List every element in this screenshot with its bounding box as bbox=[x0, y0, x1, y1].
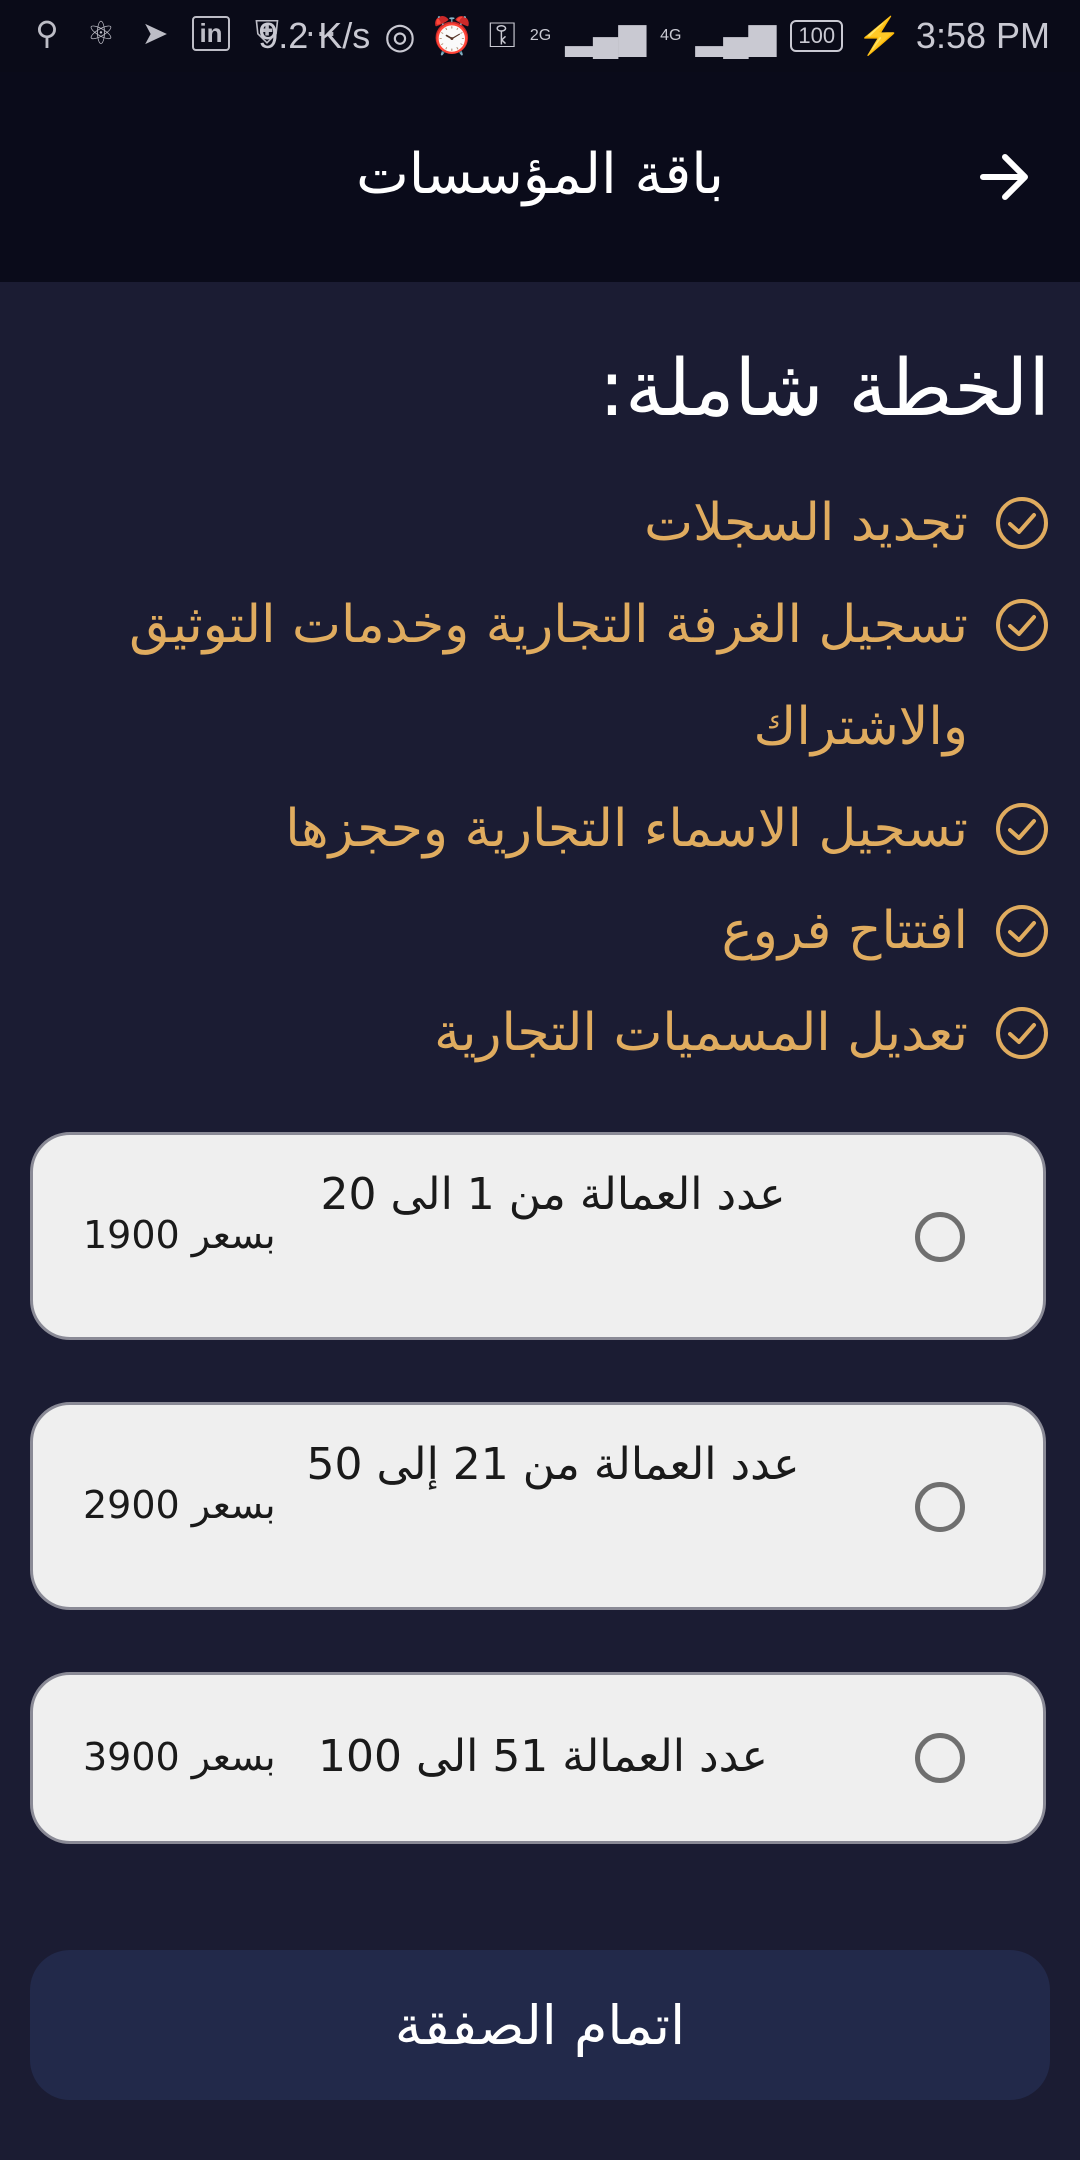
page-title: باقة المؤسسات bbox=[356, 142, 724, 207]
telegram-icon: ➤ bbox=[141, 15, 169, 51]
plan-option-21-50[interactable]: عدد العمالة من 21 إلى 50 بسعر 2900 bbox=[30, 1402, 1046, 1610]
radio-button[interactable] bbox=[915, 1212, 965, 1262]
plan-content: الخطة شاملة: تجديد السجلات تسجيل الغرفة … bbox=[0, 282, 1080, 2160]
status-bar: ⚲ ⚛ ➤ in ⛨ ⋯ 9.2 K/s ◎ ⏰ ⚿ 2G ▂▄▆ 4G ▂▄▆… bbox=[0, 0, 1080, 72]
check-circle-icon bbox=[996, 1007, 1048, 1059]
feature-text: تجديد السجلات bbox=[644, 493, 968, 553]
net-speed: 9.2 K/s bbox=[258, 14, 371, 56]
radio-button[interactable] bbox=[915, 1733, 965, 1783]
signal-2g-label: 2G bbox=[529, 26, 552, 44]
feature-item: تسجيل الاسماء التجارية وحجزها bbox=[50, 778, 1050, 880]
bug-icon: ⚛ bbox=[86, 15, 116, 51]
option-price: بسعر 3900 bbox=[83, 1735, 276, 1779]
option-price: بسعر 1900 bbox=[83, 1213, 276, 1257]
feature-item: تسجيل الغرفة التجارية وخدمات التوثيق وال… bbox=[50, 574, 1050, 778]
plan-option-51-100[interactable]: عدد العمالة 51 الى 100 بسعر 3900 bbox=[30, 1672, 1046, 1844]
plan-option-1-20[interactable]: عدد العمالة من 1 الى 20 بسعر 1900 bbox=[30, 1132, 1046, 1340]
usb-icon: ⚲ bbox=[35, 15, 59, 51]
feature-text: تسجيل الاسماء التجارية وحجزها bbox=[285, 799, 968, 859]
signal-4g-label: 4G bbox=[660, 26, 682, 44]
linkedin-icon: in bbox=[192, 15, 230, 51]
option-description: عدد العمالة 51 الى 100 bbox=[318, 1731, 768, 1782]
feature-list: تجديد السجلات تسجيل الغرفة التجارية وخدم… bbox=[50, 472, 1050, 1084]
arrow-right-icon bbox=[980, 154, 1028, 200]
complete-deal-button[interactable]: اتمام الصفقة bbox=[30, 1950, 1050, 2100]
option-description: عدد العمالة من 1 الى 20 bbox=[320, 1169, 786, 1220]
check-circle-icon bbox=[996, 599, 1048, 651]
check-circle-icon bbox=[996, 803, 1048, 855]
key-icon: ⚿ bbox=[488, 14, 516, 55]
hotspot-icon: ◎ bbox=[384, 14, 416, 56]
plan-title: الخطة شاملة: bbox=[598, 344, 1050, 434]
signal-icon-2: ▂▄▆ bbox=[695, 14, 777, 56]
check-circle-icon bbox=[996, 905, 1048, 957]
charging-icon: ⚡ bbox=[857, 14, 902, 56]
feature-item: تجديد السجلات bbox=[50, 472, 1050, 574]
signal-icon: ▂▄▆ bbox=[565, 14, 647, 56]
radio-button[interactable] bbox=[915, 1482, 965, 1532]
app-bar: باقة المؤسسات bbox=[0, 72, 1080, 282]
option-description: عدد العمالة من 21 إلى 50 bbox=[306, 1439, 800, 1490]
back-button[interactable] bbox=[970, 142, 1040, 212]
feature-text: تعديل المسميات التجارية bbox=[434, 1003, 968, 1063]
battery-icon: 100 bbox=[790, 19, 844, 52]
feature-item: تعديل المسميات التجارية bbox=[50, 982, 1050, 1084]
alarm-icon: ⏰ bbox=[429, 14, 475, 56]
system-icons: 9.2 K/s ◎ ⏰ ⚿ 2G ▂▄▆ 4G ▂▄▆ 100 ⚡ 3:58 P… bbox=[258, 14, 1050, 57]
clock: 3:58 PM bbox=[915, 14, 1050, 56]
check-circle-icon bbox=[996, 497, 1048, 549]
option-price: بسعر 2900 bbox=[83, 1483, 276, 1527]
feature-item: افتتاح فروع bbox=[50, 880, 1050, 982]
feature-text: تسجيل الغرفة التجارية وخدمات التوثيق وال… bbox=[129, 595, 968, 757]
feature-text: افتتاح فروع bbox=[721, 901, 968, 961]
